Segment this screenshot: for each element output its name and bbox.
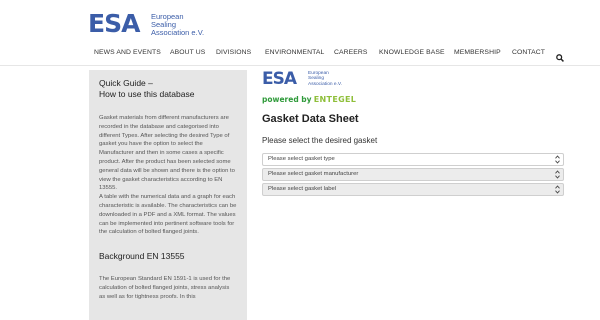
gasket-type-select[interactable]: Please select gasket type xyxy=(262,153,564,166)
nav-careers[interactable]: CAREERS xyxy=(334,49,368,56)
esa-mini-letters: ESA xyxy=(262,69,297,89)
background-title: Background EN 13555 xyxy=(99,251,185,262)
esa-logo-text: European Sealing Association e.V. xyxy=(151,11,204,37)
quick-guide-title: Quick Guide – How to use this database xyxy=(99,78,237,100)
gasket-label-select-value: Please select gasket label xyxy=(268,186,337,192)
quick-guide-title-line1: Quick Guide – xyxy=(99,78,153,88)
nav-about-us[interactable]: ABOUT US xyxy=(170,49,205,56)
quick-guide-paragraph-2: A table with the numerical data and a gr… xyxy=(99,194,237,236)
logo-line-3: Association e.V. xyxy=(151,28,205,37)
quick-guide-title-line2: How to use this database xyxy=(99,89,195,99)
nav-contact[interactable]: CONTACT xyxy=(512,49,545,56)
powered-by-brand: ENTEGEL xyxy=(313,95,357,104)
nav-environmental[interactable]: ENVIRONMENTAL xyxy=(265,49,324,56)
background-text: The European Standard EN 1591-1 is used … xyxy=(99,276,231,300)
chevron-updown-icon xyxy=(555,185,560,194)
powered-by-label: powered by ENTEGEL xyxy=(262,95,356,105)
gasket-data-sheet-main: ESA European Sealing Association e.V. po… xyxy=(262,69,564,196)
esa-database-logo: ESA European Sealing Association e.V. po… xyxy=(262,69,356,106)
gasket-manufacturer-select[interactable]: Please select gasket manufacturer xyxy=(262,168,564,181)
gasket-type-select-value: Please select gasket type xyxy=(268,156,335,162)
nav-news-and-events[interactable]: NEWS AND EVENTS xyxy=(94,49,161,56)
page-title: Gasket Data Sheet xyxy=(262,113,359,125)
mini-line-3: Association e.V. xyxy=(308,81,342,87)
chevron-updown-icon xyxy=(555,170,560,179)
nav-knowledge-base[interactable]: KNOWLEDGE BASE xyxy=(379,49,445,56)
esa-logo-letters: ESA xyxy=(88,9,140,38)
esa-logo[interactable]: ESA European Sealing Association e.V. xyxy=(88,11,204,37)
nav-divisions[interactable]: DIVISIONS xyxy=(216,49,251,56)
gasket-label-select[interactable]: Please select gasket label xyxy=(262,183,564,196)
site-header: ESA European Sealing Association e.V. NE… xyxy=(0,0,600,66)
search-icon[interactable] xyxy=(556,49,565,62)
powered-by-text: powered by xyxy=(262,95,312,104)
chevron-updown-icon xyxy=(555,155,560,164)
gasket-manufacturer-select-value: Please select gasket manufacturer xyxy=(268,171,359,177)
nav-membership[interactable]: MEMBERSHIP xyxy=(454,49,501,56)
quick-guide-sidebar: Quick Guide – How to use this database G… xyxy=(89,70,247,320)
page-subtitle: Please select the desired gasket xyxy=(262,136,378,145)
esa-logo-mark: ESA xyxy=(88,11,146,37)
quick-guide-text: Gasket materials from different manufact… xyxy=(99,114,237,237)
esa-mini-text: European Sealing Association e.V. xyxy=(308,71,342,87)
main-nav: NEWS AND EVENTS ABOUT US DIVISIONS ENVIR… xyxy=(0,49,600,61)
quick-guide-paragraph-1: Gasket materials from different manufact… xyxy=(99,115,235,192)
